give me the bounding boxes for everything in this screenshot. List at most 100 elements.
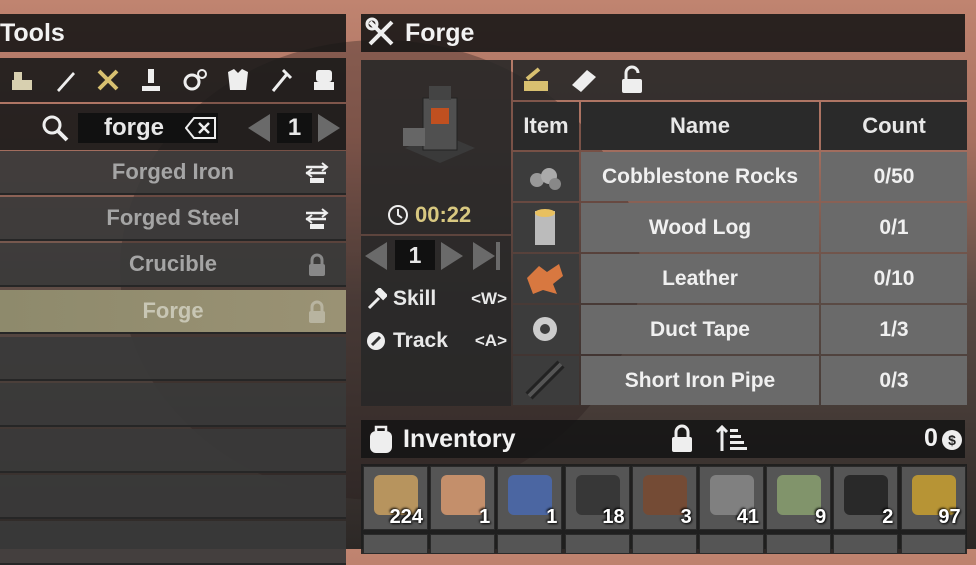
clock-icon xyxy=(387,204,409,231)
column-count-label: Count xyxy=(862,113,926,138)
recipe-label: Crucible xyxy=(128,251,218,276)
recipe-row-empty xyxy=(0,429,346,473)
lock-icon[interactable] xyxy=(667,423,697,455)
tape-icon xyxy=(513,305,579,354)
science-icon[interactable] xyxy=(136,65,166,95)
quantity-value: 1 xyxy=(287,114,302,141)
inventory-slot[interactable] xyxy=(564,534,630,554)
craft-controls: 1 Skill <W> Track <A> xyxy=(361,236,511,406)
inventory-slot[interactable] xyxy=(363,534,428,554)
track-key: <A> xyxy=(474,331,507,350)
ingredient-name: Cobblestone Rocks xyxy=(581,152,819,201)
slot-quantity: 97 xyxy=(938,506,961,528)
track-button[interactable]: Track <A> xyxy=(365,326,507,356)
lock-icon xyxy=(309,300,325,323)
ingredient-name: Duct Tape xyxy=(581,305,819,354)
column-name-label: Name xyxy=(670,113,730,138)
rocks-icon xyxy=(513,152,579,201)
food-icon[interactable] xyxy=(266,65,296,95)
tools-icon[interactable] xyxy=(93,65,123,95)
search-input-value: forge xyxy=(104,114,164,141)
craft-quantity-max[interactable] xyxy=(473,242,495,270)
quantity-increase-arrow[interactable] xyxy=(318,114,340,142)
skill-button[interactable]: Skill <W> xyxy=(365,284,507,314)
leather-icon xyxy=(513,254,579,303)
forge-title-text: Forge xyxy=(405,18,475,47)
recipe-row-crucible[interactable]: Crucible xyxy=(0,243,346,287)
craft-quantity-increase[interactable] xyxy=(441,242,463,270)
inventory-slot[interactable]: 2 xyxy=(833,466,899,530)
inventory-slot[interactable] xyxy=(766,534,832,554)
inventory-slot[interactable]: 3 xyxy=(631,466,697,530)
inventory-slot[interactable] xyxy=(699,534,764,554)
recipe-row-empty xyxy=(0,383,346,427)
unlock-icon[interactable] xyxy=(617,65,647,95)
recipe-label: Forged Steel xyxy=(106,205,240,230)
forge-panel-title: Forge xyxy=(361,14,965,52)
gears-icon[interactable] xyxy=(180,65,210,95)
tools-icon xyxy=(365,17,394,46)
inventory-slot[interactable]: 224 xyxy=(363,466,428,530)
inventory-slot[interactable] xyxy=(833,534,899,554)
craft-quantity-box[interactable]: 1 xyxy=(395,240,435,270)
craft-quantity-value: 1 xyxy=(408,241,422,268)
inventory-slot[interactable]: 18 xyxy=(564,466,630,530)
recipe-row-empty xyxy=(0,475,346,519)
search-bar: forge 1 xyxy=(0,104,346,150)
inventory-slot[interactable]: 97 xyxy=(900,466,966,530)
column-header-count: Count xyxy=(821,102,967,150)
sort-icon[interactable] xyxy=(715,423,749,455)
recipe-row-forge[interactable]: Forge xyxy=(0,290,346,334)
ingredient-row: Duct Tape 1/3 xyxy=(513,305,967,354)
armor-icon[interactable] xyxy=(223,65,253,95)
quantity-decrease-arrow[interactable] xyxy=(248,114,270,142)
tools-panel-title: Tools xyxy=(0,14,346,52)
ingredient-name: Short Iron Pipe xyxy=(581,356,819,405)
inventory-slot[interactable]: 1 xyxy=(430,466,496,530)
hammer-icon xyxy=(367,288,387,310)
book-icon[interactable] xyxy=(569,65,599,95)
craft-quantity-decrease[interactable] xyxy=(365,242,387,270)
ingredient-count: 0/3 xyxy=(821,356,967,405)
tools-title-text: Tools xyxy=(0,18,65,47)
slot-quantity: 2 xyxy=(882,506,894,528)
anvil-icon xyxy=(305,162,329,183)
max-bar[interactable] xyxy=(496,242,500,270)
backpack-icon xyxy=(370,425,392,453)
inventory-panel-title: Inventory 0 $ xyxy=(361,420,965,458)
skill-key: <W> xyxy=(471,289,507,308)
inventory-slot[interactable] xyxy=(900,534,966,554)
inventory-slot[interactable] xyxy=(430,534,496,554)
currency-amount: 0 xyxy=(924,424,938,452)
furniture-icon[interactable] xyxy=(309,65,339,95)
lock-icon xyxy=(309,253,325,276)
column-header-item: Item xyxy=(513,102,579,150)
craft-time: 00:22 xyxy=(415,202,472,227)
ingredient-row: Cobblestone Rocks 0/50 xyxy=(513,152,967,201)
log-icon xyxy=(513,203,579,252)
item-preview: 00:22 xyxy=(361,60,511,234)
ingredient-count: 0/10 xyxy=(821,254,967,303)
pipe-icon xyxy=(513,356,579,405)
weapon-icon[interactable] xyxy=(50,65,80,95)
column-item-label: Item xyxy=(523,113,569,138)
building-icon[interactable] xyxy=(7,65,37,95)
forge-tabs xyxy=(513,60,967,100)
anvil-icon xyxy=(305,208,329,229)
recipe-row-forged-iron[interactable]: Forged Iron xyxy=(0,151,346,195)
recipe-row-empty xyxy=(0,337,346,381)
recipe-row-forged-steel[interactable]: Forged Steel xyxy=(0,197,346,241)
recipe-label: Forge xyxy=(142,298,204,323)
recipe-row-empty xyxy=(0,521,346,565)
inventory-slot[interactable] xyxy=(631,534,697,554)
clear-search-icon[interactable] xyxy=(184,116,217,145)
column-header-name: Name xyxy=(581,102,819,150)
inventory-slot[interactable]: 9 xyxy=(766,466,832,530)
inventory-slot[interactable]: 41 xyxy=(699,466,764,530)
search-icon[interactable] xyxy=(40,113,70,148)
ingredients-icon[interactable] xyxy=(521,65,551,95)
quantity-box[interactable]: 1 xyxy=(277,113,312,143)
inventory-slot[interactable]: 1 xyxy=(497,466,563,530)
inventory-slot[interactable] xyxy=(497,534,563,554)
ingredient-row: Leather 0/10 xyxy=(513,254,967,303)
